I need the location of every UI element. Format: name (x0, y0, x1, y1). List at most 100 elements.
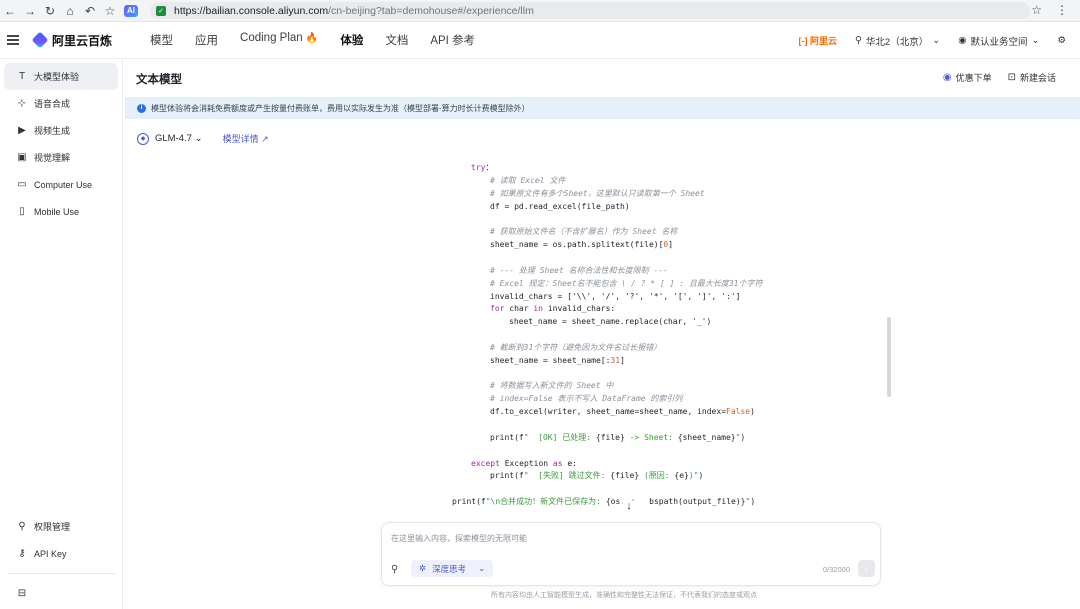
video-icon: ▶ (18, 125, 26, 136)
code-token: # index=False 表示不写入 DataFrame 的索引列 (490, 394, 683, 404)
chevron-down-icon[interactable]: ⌄ (478, 563, 485, 574)
deep-think-label: 深度思考 (432, 563, 467, 574)
model-icon: ◆ (137, 132, 149, 145)
code-token: in (533, 304, 543, 314)
app-header: 阿里云百炼 模型 应用 Coding Plan 🔥 体验 文档 API 参考 [… (0, 22, 1080, 59)
address-bar[interactable]: ✓ https://bailian.console.aliyun.com/cn-… (150, 2, 1030, 19)
code-line: # 获取原始文件名（不含扩展名）作为 Sheet 名称 (490, 226, 677, 238)
monitor-icon: ▭ (17, 179, 27, 190)
model-selector[interactable]: GLM-4.7 ⌄ (155, 133, 203, 144)
forward-arrow-icon[interactable]: → (20, 1, 40, 21)
user-icon: ⚲ (18, 521, 26, 532)
code-line: # 读取 Excel 文件 (490, 175, 565, 187)
undo-icon[interactable]: ↶ (80, 1, 100, 21)
code-line: # 如果原文件有多个Sheet，这里默认只读取第一个 Sheet (490, 188, 705, 200)
sidebar-item-mobile-use[interactable]: ▯ Mobile Use (4, 198, 118, 225)
back-arrow-icon[interactable]: ← (0, 1, 20, 21)
nav-apps[interactable]: 应用 (195, 32, 218, 48)
code-token: ： (485, 163, 494, 172)
new-chat-label: 新建会话 (1019, 73, 1056, 83)
model-detail-link[interactable]: 模型详情 ↗ (223, 132, 269, 145)
chevron-down-icon: ⌄ (932, 35, 941, 46)
waveform-icon: ⊹ (17, 98, 27, 109)
nav-coding-plan[interactable]: Coding Plan 🔥 (240, 32, 318, 48)
chat-input[interactable]: 在这里输入内容，探索模型的无限可能 (391, 533, 527, 544)
code-token: # Excel 规定：Sheet名不能包含 \ / ? * [ ] : 且最大长… (490, 278, 763, 288)
image-icon: ▣ (17, 152, 27, 163)
code-line: df = pd.read_excel(file_path) (490, 201, 630, 213)
ai-extension-icon[interactable]: AI (124, 4, 138, 17)
nav-api-reference[interactable]: API 参考 (430, 32, 475, 48)
discount-order-label: 优惠下单 (955, 73, 992, 83)
top-nav: 模型 应用 Coding Plan 🔥 体验 文档 API 参考 (150, 32, 497, 48)
sidebar-item-computer-use[interactable]: ▭ Computer Use (4, 171, 118, 198)
send-button[interactable]: ↑ (858, 560, 875, 577)
url-path: /cn-beijing?tab=demohouse#/experience/ll… (328, 4, 534, 17)
discount-order-button[interactable]: ◉ 优惠下单 (943, 71, 992, 84)
chat-input-box[interactable]: 在这里输入内容，探索模型的无限可能 ⚲ ✲ 深度思考 ⌄ 0/32000 ↑ (381, 522, 881, 586)
code-token: # 获取原始文件名（不含扩展名）作为 Sheet 名称 (490, 227, 678, 237)
code-token: # 截断到31个字符（避免因为文件名过长报错） (490, 342, 662, 352)
app-logo[interactable]: 阿里云百炼 (31, 31, 112, 49)
nav-models[interactable]: 模型 (150, 32, 173, 48)
bookmark-star-icon[interactable]: ☆ (100, 1, 120, 21)
code-line: df.to_excel(writer, sheet_name=sheet_nam… (490, 406, 755, 418)
logo-mark-icon (31, 31, 49, 49)
code-token: # 读取 Excel 文件 (490, 175, 566, 185)
region-selector[interactable]: ⚲ 华北2（北京） ⌄ (855, 34, 940, 48)
collapse-sidebar-button[interactable]: ⊟ (4, 580, 119, 607)
code-token: sheet_name = sheet_name.replace(char, '_… (509, 317, 712, 327)
sidebar-item-vision[interactable]: ▣ 视觉理解 (4, 144, 118, 171)
bookmark-icon[interactable]: ☆ (1031, 3, 1042, 17)
code-token: ) (750, 407, 755, 417)
sidebar-item-api-key[interactable]: ⚷ API Key (4, 540, 119, 567)
code-token: print(f (490, 432, 524, 442)
reload-icon[interactable]: ↻ (40, 1, 60, 21)
browser-menu-icon[interactable]: ⋮ (1056, 3, 1068, 17)
code-line: sheet_name = sheet_name[:31] (490, 355, 625, 367)
text-icon: T (18, 71, 26, 82)
scroll-down-arrow-icon[interactable]: ↓ (622, 499, 636, 513)
phone-icon: ▯ (19, 206, 25, 217)
sidebar-item-label: 视频生成 (34, 126, 71, 136)
scrollbar[interactable] (887, 317, 891, 397)
code-token: # --- 处理 Sheet 名称合法性和长度限制 --- (490, 265, 668, 275)
workspace-label: 默认业务空间 (970, 36, 1028, 48)
settings-gear-icon[interactable]: ⚙ (1057, 35, 1066, 46)
new-chat-button[interactable]: ⊡ 新建会话 (1008, 71, 1056, 84)
code-token: 31 (610, 355, 621, 365)
sidebar-item-label: 语音合成 (34, 99, 71, 109)
sidebar: T 大模型体验 ⊹ 语音合成 ▶ 视频生成 ▣ 视觉理解 ▭ Computer Use ▯… (0, 59, 123, 609)
code-token: print(f (490, 471, 524, 481)
code-token: # 将数据写入新文件的 Sheet 中 (490, 381, 614, 391)
sidebar-item-label: 视觉理解 (34, 153, 71, 163)
code-token: ) (750, 497, 756, 507)
sidebar-item-video-generation[interactable]: ▶ 视频生成 (4, 117, 118, 144)
sidebar-item-permissions[interactable]: ⚲ 权限管理 (4, 513, 119, 540)
code-line: # Excel 规定：Sheet名不能包含 \ / ? * [ ] : 且最大长… (490, 278, 763, 290)
nav-experience[interactable]: 体验 (340, 32, 363, 48)
flame-icon: 🔥 (305, 33, 319, 44)
code-token: e: (562, 458, 577, 468)
nav-coding-plan-label: Coding Plan (240, 32, 303, 44)
nav-docs[interactable]: 文档 (385, 32, 408, 48)
menu-icon[interactable] (7, 35, 19, 45)
url-host: https://bailian.console.aliyun.com (174, 4, 329, 17)
code-token: ) (698, 471, 704, 481)
workspace-selector[interactable]: ◉ 默认业务空间 ⌄ (958, 34, 1039, 48)
sidebar-item-speech-synthesis[interactable]: ⊹ 语音合成 (4, 90, 118, 117)
attach-paperclip-icon[interactable]: ⚲ (391, 564, 398, 575)
deep-think-toggle[interactable]: ✲ 深度思考 ⌄ (411, 560, 494, 577)
code-token: False (726, 407, 751, 417)
sidebar-item-label: Computer Use (34, 179, 93, 190)
code-token: try (471, 163, 486, 172)
code-token: {file} (595, 432, 625, 442)
code-token: ] (668, 240, 674, 250)
billing-notice: i 模型体验将会消耗免费额度或产生按量付费账单，费用以实际发生为准（模型部署-算… (125, 97, 1080, 119)
code-token: " [OK] 已处理: (523, 432, 596, 442)
code-token: -> Sheet: (624, 432, 678, 442)
deep-think-icon: ✲ (419, 563, 427, 573)
sidebar-item-llm-experience[interactable]: T 大模型体验 (4, 63, 118, 90)
home-icon[interactable]: ⌂ (60, 1, 80, 21)
aliyun-logo[interactable]: [-] 阿里云 (798, 34, 837, 47)
